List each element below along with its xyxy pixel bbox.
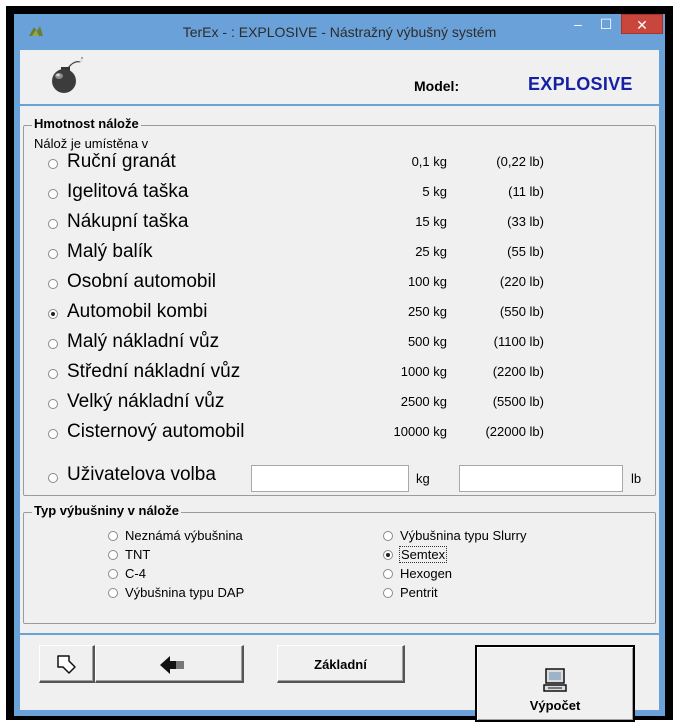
- charge-kg-value: 15 kg: [415, 214, 447, 229]
- charge-kg-value: 2500 kg: [400, 394, 447, 409]
- title-bar[interactable]: TerEx - : EXPLOSIVE - Nástražný výbušný …: [14, 14, 665, 50]
- charge-radio[interactable]: [48, 159, 58, 169]
- explosive-radio[interactable]: [383, 531, 393, 541]
- charge-lb-value: (11 lb): [508, 184, 544, 199]
- explosive-radio[interactable]: [108, 569, 118, 579]
- charge-radio[interactable]: [48, 309, 58, 319]
- charge-option-label: Automobil kombi: [67, 301, 208, 322]
- explosive-option-label: Semtex: [398, 546, 448, 563]
- exit-button[interactable]: [39, 645, 95, 683]
- custom-radio[interactable]: [48, 473, 58, 483]
- header: Model: EXPLOSIVE: [20, 50, 659, 104]
- charge-kg-value: 500 kg: [407, 334, 447, 349]
- charge-lb-value: (2200 lb): [492, 364, 544, 379]
- charge-option-label: Střední nákladní vůz: [67, 361, 241, 382]
- explosive-radio[interactable]: [108, 550, 118, 560]
- charge-option-label: Igelitová taška: [67, 181, 189, 202]
- calculate-button[interactable]: Výpočet: [475, 645, 635, 722]
- charge-lb-value: (550 lb): [499, 304, 544, 319]
- charge-lb-value: (33 lb): [507, 214, 544, 229]
- charge-lb-value: (220 lb): [499, 274, 544, 289]
- charge-option-label: Malý balík: [67, 241, 153, 262]
- charge-kg-value: 10000 kg: [393, 424, 448, 439]
- explosive-option-label: Výbušnina typu Slurry: [400, 528, 527, 543]
- model-value: EXPLOSIVE: [528, 74, 633, 94]
- charge-option-label: Malý nákladní vůz: [67, 331, 220, 352]
- header-divider: [20, 104, 659, 106]
- close-button[interactable]: ✕: [621, 14, 663, 34]
- charge-radio[interactable]: [48, 429, 58, 439]
- exit-arrow-icon: [57, 655, 76, 674]
- charge-option-label: Cisternový automobil: [67, 421, 245, 442]
- bomb-icon: [48, 54, 84, 101]
- explosive-radio[interactable]: [108, 588, 118, 598]
- explosive-group-legend: Typ výbušniny v nálože: [32, 503, 181, 518]
- custom-lb-input[interactable]: [459, 465, 623, 492]
- footer-divider: [20, 633, 659, 635]
- explosive-option-label: Pentrit: [400, 585, 438, 600]
- maximize-button[interactable]: ☐: [593, 14, 619, 34]
- charge-radio[interactable]: [48, 219, 58, 229]
- charge-radio[interactable]: [48, 279, 58, 289]
- model-label: Model:: [414, 78, 460, 94]
- explosive-option-label: Výbušnina typu DAP: [125, 585, 245, 600]
- charge-subtitle: Nálož je umístěna v: [34, 136, 149, 151]
- minimize-button[interactable]: –: [565, 14, 591, 34]
- charge-lb-value: (5500 lb): [492, 394, 544, 409]
- charge-radio[interactable]: [48, 369, 58, 379]
- explosive-radio[interactable]: [108, 531, 118, 541]
- explosive-option-label: Neznámá výbušnina: [125, 528, 243, 543]
- charge-kg-value: 5 kg: [422, 184, 447, 199]
- computer-icon: [543, 668, 567, 692]
- charge-lb-value: (22000 lb): [485, 424, 544, 439]
- calculate-button-label: Výpočet: [529, 698, 581, 713]
- charge-kg-value: 100 kg: [407, 274, 447, 289]
- charge-lb-value: (1100 lb): [493, 334, 544, 349]
- charge-kg-value: 25 kg: [415, 244, 447, 259]
- explosive-group: [23, 512, 656, 624]
- charge-kg-value: 250 kg: [407, 304, 447, 319]
- charge-kg-value: 1000 kg: [400, 364, 447, 379]
- custom-option-label: Uživatelova volba: [67, 464, 216, 485]
- custom-kg-input[interactable]: [251, 465, 409, 492]
- explosive-option-label: Hexogen: [400, 566, 453, 581]
- custom-kg-unit: kg: [416, 471, 430, 486]
- charge-kg-value: 0,1 kg: [411, 154, 447, 169]
- custom-lb-unit: lb: [631, 471, 642, 486]
- explosive-option-label: C-4: [125, 566, 146, 581]
- back-button[interactable]: [95, 645, 244, 683]
- left-arrow-icon: [160, 656, 184, 674]
- reset-button[interactable]: Základní: [277, 645, 405, 683]
- charge-lb-value: (55 lb): [507, 244, 544, 259]
- reset-button-label: Základní: [314, 657, 367, 672]
- charge-radio[interactable]: [48, 249, 58, 259]
- app-window: TerEx - : EXPLOSIVE - Nástražný výbušný …: [14, 14, 665, 722]
- charge-lb-value: (0,22 lb): [496, 154, 544, 169]
- charge-radio[interactable]: [48, 399, 58, 409]
- explosive-radio[interactable]: [383, 588, 393, 598]
- charge-option-label: Velký nákladní vůz: [67, 391, 225, 412]
- charge-option-label: Osobní automobil: [67, 271, 216, 292]
- charge-option-label: Ruční granát: [67, 151, 176, 172]
- explosive-option-label: TNT: [125, 547, 151, 562]
- charge-radio[interactable]: [48, 189, 58, 199]
- explosive-radio[interactable]: [383, 569, 393, 579]
- explosive-radio[interactable]: [383, 550, 393, 560]
- charge-group-legend: Hmotnost nálože: [32, 116, 141, 131]
- charge-radio[interactable]: [48, 339, 58, 349]
- charge-option-label: Nákupní taška: [67, 211, 189, 232]
- client-area: Model: EXPLOSIVE Hmotnost nálože Nálož j…: [20, 50, 659, 722]
